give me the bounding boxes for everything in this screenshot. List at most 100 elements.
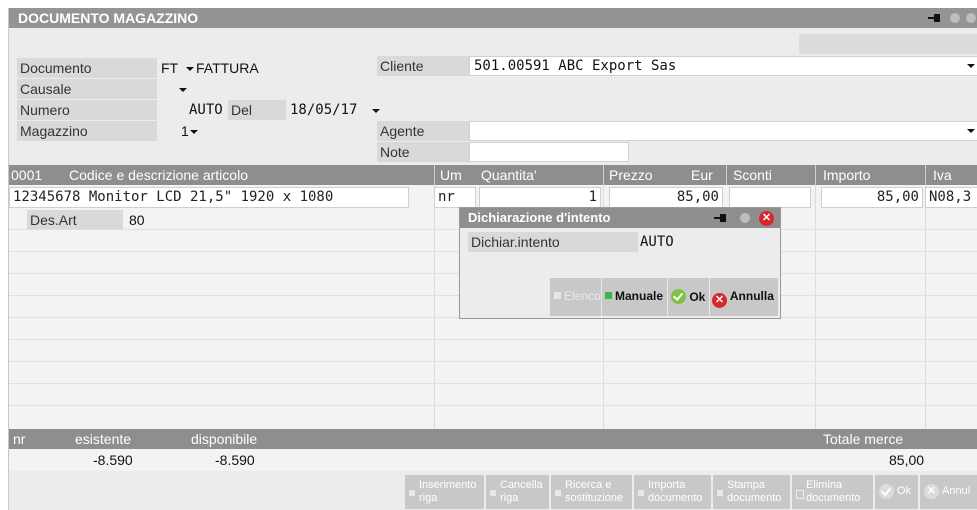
desart-value[interactable]: 80	[129, 212, 145, 228]
grid-vline	[925, 185, 926, 429]
summary-header: nr esistente disponibile Totale merce	[9, 429, 977, 449]
manuale-button[interactable]: Manuale	[602, 278, 668, 316]
cancella-icon	[490, 490, 496, 496]
grid-vline	[815, 185, 816, 429]
numero-label: Numero	[17, 100, 157, 120]
ricerca-sostituzione-button[interactable]: Ricerca e sostituzione	[551, 475, 633, 509]
totale-value: 85,00	[889, 452, 925, 468]
esistente-value: -8.590	[93, 452, 133, 468]
toolbar-ok-icon	[879, 484, 894, 499]
grid-line	[9, 405, 977, 406]
ricerca-icon	[555, 490, 561, 496]
magazzino-value[interactable]: 1	[181, 123, 189, 139]
cancella-riga-button[interactable]: Cancella riga	[486, 475, 550, 509]
documento-dropdown-icon[interactable]	[186, 67, 194, 71]
elenco-icon	[554, 292, 561, 299]
annulla-button[interactable]: ✕ Annulla	[710, 278, 778, 316]
trash-icon	[796, 490, 804, 499]
del-label: Del	[228, 100, 286, 120]
magazzino-dropdown-icon[interactable]	[190, 130, 198, 134]
grid-line	[9, 383, 977, 384]
dialog-titlebar: Dichiarazione d'intento ✕	[460, 208, 780, 228]
annulla-icon: ✕	[712, 293, 727, 308]
col-separator	[603, 165, 604, 185]
minimize-icon[interactable]	[950, 13, 960, 23]
cliente-dropdown-icon[interactable]	[967, 64, 975, 68]
documento-desc: FATTURA	[196, 60, 259, 76]
importa-icon	[638, 490, 644, 496]
toolbar-ok-button[interactable]: Ok	[875, 475, 919, 509]
cliente-field[interactable]: 501.00591 ABC Export Sas	[469, 56, 977, 76]
del-value[interactable]: 18/05/17	[290, 102, 357, 118]
summary-totale-label: Totale merce	[823, 431, 904, 447]
intent-declaration-dialog: Dichiarazione d'intento ✕ Dichiar.intent…	[459, 207, 781, 319]
row-codice-cell[interactable]: 12345678 Monitor LCD 21,5" 1920 x 1080	[9, 187, 409, 208]
col-importo: Importo	[823, 167, 871, 183]
window-titlebar: DOCUMENTO MAGAZZINO	[9, 8, 977, 28]
dialog-minimize-icon[interactable]	[740, 213, 750, 223]
grid-line	[9, 361, 977, 362]
col-separator	[925, 165, 926, 185]
row-iva-cell[interactable]: N08,3	[925, 187, 977, 208]
grid-line	[9, 339, 977, 340]
header-toolbar-strip	[799, 34, 977, 54]
toolbar-annulla-icon: ✕	[924, 484, 939, 499]
causale-label: Causale	[17, 79, 157, 99]
numero-value[interactable]: AUTO	[189, 102, 223, 118]
row-prezzo-cell[interactable]: 85,00	[609, 187, 723, 208]
col-iva: Iva	[933, 167, 952, 183]
stampa-icon	[717, 490, 723, 496]
summary-disponibile-label: disponibile	[191, 431, 258, 447]
ok-button[interactable]: Ok	[668, 278, 710, 316]
del-dropdown-icon[interactable]	[372, 109, 380, 113]
dialog-pin-icon[interactable]	[714, 214, 728, 222]
documento-code[interactable]: FT	[161, 60, 178, 76]
inserimento-riga-button[interactable]: Inserimento riga	[405, 475, 485, 509]
col-eur: Eur	[691, 167, 713, 183]
causale-dropdown-icon[interactable]	[179, 88, 187, 92]
grid-vline	[434, 185, 435, 429]
summary-um: nr	[13, 431, 26, 447]
elenco-button[interactable]: Elenco	[550, 278, 602, 316]
dichiar-intento-label: Dichiar.intento	[468, 232, 638, 252]
summary-values: -8.590 -8.590 85,00	[9, 449, 977, 471]
agente-dropdown-icon[interactable]	[967, 129, 975, 133]
row-sconti-cell[interactable]	[729, 187, 811, 208]
dichiar-intento-value[interactable]: AUTO	[640, 234, 674, 250]
pin-icon[interactable]	[928, 14, 942, 22]
note-label: Note	[377, 142, 469, 162]
col-sconti: Sconti	[733, 167, 772, 183]
agente-field[interactable]	[469, 121, 977, 141]
inserimento-icon	[409, 490, 415, 496]
elimina-documento-button[interactable]: Elimina documento	[792, 475, 874, 509]
manuale-icon	[605, 292, 612, 299]
row-importo-cell[interactable]: 85,00	[821, 187, 923, 208]
importa-documento-button[interactable]: Importa documento	[634, 475, 712, 509]
magazzino-label: Magazzino	[17, 121, 157, 141]
grid-header: 0001 Codice e descrizione articolo Um Qu…	[9, 165, 977, 185]
window-title: DOCUMENTO MAGAZZINO	[18, 10, 199, 26]
col-quantita: Quantita'	[481, 167, 537, 183]
note-field[interactable]	[469, 142, 629, 162]
row-quantita-cell[interactable]: 1	[479, 187, 601, 208]
toolbar-annulla-button[interactable]: ✕ Annul	[920, 475, 977, 509]
dialog-close-icon[interactable]: ✕	[759, 211, 774, 226]
cliente-label: Cliente	[377, 56, 469, 76]
col-codice: Codice e descrizione articolo	[69, 167, 248, 183]
col-separator	[726, 165, 727, 185]
col-rownum: 0001	[11, 167, 43, 183]
col-separator	[434, 165, 435, 185]
document-window: DOCUMENTO MAGAZZINO Documento Causale Nu…	[8, 8, 977, 510]
col-prezzo: Prezzo	[609, 167, 653, 183]
close-icon[interactable]	[966, 13, 976, 23]
summary-esistente-label: esistente	[75, 431, 132, 447]
stampa-documento-button[interactable]: Stampa documento	[713, 475, 791, 509]
bottom-toolbar: Inserimento riga Cancella riga Ricerca e so…	[9, 471, 977, 510]
col-separator	[815, 165, 816, 185]
desart-label: Des.Art	[27, 210, 123, 229]
dialog-buttonbar: Elenco Manuale Ok ✕ Annulla	[550, 278, 778, 316]
col-um: Um	[440, 167, 462, 183]
disponibile-value: -8.590	[215, 452, 255, 468]
dialog-title: Dichiarazione d'intento	[468, 210, 611, 225]
row-um-cell[interactable]: nr	[434, 187, 476, 208]
